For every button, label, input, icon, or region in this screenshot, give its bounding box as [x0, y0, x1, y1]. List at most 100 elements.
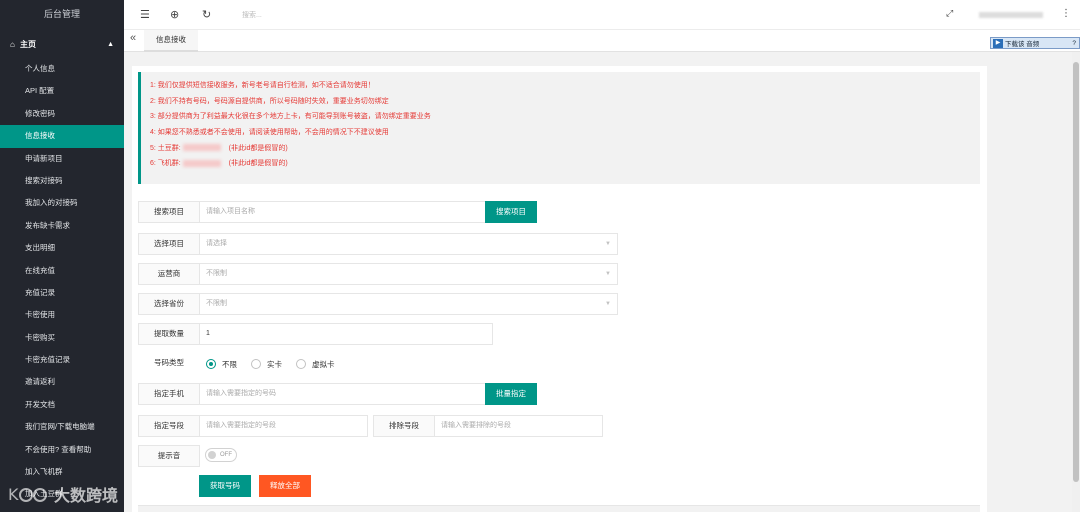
radio-label: 虚拟卡: [312, 359, 335, 369]
user-name-blurred[interactable]: [979, 12, 1043, 18]
project-select-value: 请选择: [206, 240, 227, 247]
row-province: 选择省份 不限制 ▼: [138, 293, 618, 315]
caret-up-icon: ▲: [107, 40, 114, 48]
scrollbar-thumb[interactable]: [1073, 62, 1079, 482]
radio-circle[interactable]: [251, 359, 261, 369]
row-number-type: 号码类型 不限 实卡 虚拟卡: [138, 353, 349, 375]
row-carrier: 运营商 不限制 ▼: [138, 263, 618, 285]
fullscreen-icon[interactable]: ⤢: [946, 8, 953, 19]
sidebar-item[interactable]: 我们官网/下载电脑端: [0, 416, 124, 438]
assign-segment-label: 指定号段: [138, 415, 200, 437]
row-exclude-segment: 排除号段 请输入需要排除的号段: [373, 415, 603, 437]
sidebar-item[interactable]: 开发文档: [0, 394, 124, 416]
sidebar-item[interactable]: 邀请返利: [0, 371, 124, 393]
menu-fold-icon[interactable]: ☰: [140, 8, 150, 21]
more-icon[interactable]: ⋮: [1061, 8, 1071, 19]
blurred-group-id: [182, 160, 221, 168]
quantity-label: 提取数量: [138, 323, 200, 345]
app-title: 后台管理: [43, 9, 80, 19]
results-table-header: [138, 505, 980, 512]
carrier-select[interactable]: 不限制 ▼: [200, 263, 618, 285]
play-icon[interactable]: ▶: [993, 38, 1003, 48]
province-select[interactable]: 不限制 ▼: [200, 293, 618, 315]
tab-bar: « 信息接收: [124, 30, 1080, 52]
province-select-value: 不限制: [206, 300, 227, 307]
sidebar-item[interactable]: 充值记录: [0, 282, 124, 304]
radio-virtual-card[interactable]: 虚拟卡: [296, 359, 335, 370]
sidebar-menu: 个人信息 API 配置 修改密码 信息接收 申请新项目 搜索对接码 我加入的对接码 发布缺卡需…: [0, 58, 124, 506]
row-assign-segment: 指定号段 请输入需要指定的号段: [138, 415, 368, 437]
tab-current[interactable]: 信息接收: [144, 30, 198, 52]
row-search-project: 搜索项目 请输入项目名称: [138, 201, 486, 223]
notice-box: 1: 我们仅提供短信接收服务，新号老号请自行检测，如不适合请勿使用！ 2: 我们…: [138, 72, 980, 184]
row-assign-phone: 指定手机 请输入需要指定的号码: [138, 383, 486, 405]
search-project-button[interactable]: 搜索项目: [485, 201, 537, 223]
radio-unlimited[interactable]: 不限: [206, 359, 237, 370]
province-label: 选择省份: [138, 293, 200, 315]
get-number-button[interactable]: 获取号码: [199, 475, 251, 497]
select-project-label: 选择项目: [138, 233, 200, 255]
sidebar-item[interactable]: 申请新项目: [0, 148, 124, 170]
project-select[interactable]: 请选择 ▼: [200, 233, 618, 255]
exclude-segment-label: 排除号段: [373, 415, 435, 437]
sidebar-item[interactable]: 卡密充值记录: [0, 349, 124, 371]
quantity-input[interactable]: 1: [200, 323, 493, 345]
chevron-down-icon: ▼: [605, 271, 611, 277]
sidebar-item[interactable]: 支出明细: [0, 237, 124, 259]
search-input[interactable]: 搜索...: [242, 10, 262, 20]
globe-icon[interactable]: ⊕: [170, 8, 179, 21]
assign-phone-input[interactable]: 请输入需要指定的号码: [200, 383, 486, 405]
number-type-radios: 不限 实卡 虚拟卡: [200, 359, 349, 370]
project-name-input[interactable]: 请输入项目名称: [200, 201, 486, 223]
notice-line: 4: 如果您不熟悉或者不会使用，请阅读使用帮助，不会用的情况下不建议使用: [150, 129, 389, 137]
radio-label: 实卡: [267, 359, 282, 369]
download-audio-toolbar[interactable]: ▶ 下载该 音频 ?: [990, 37, 1080, 49]
alert-sound-toggle[interactable]: OFF: [205, 448, 237, 462]
sidebar-item[interactable]: 加入飞机群: [0, 461, 124, 483]
number-type-label: 号码类型: [154, 358, 184, 367]
notice-line: 3: 部分提供商为了利益最大化很在多个地方上卡，有可能导到账号被盗，请勿绑定重要…: [150, 113, 431, 121]
notice-line: 1: 我们仅提供短信接收服务，新号老号请自行检测，如不适合请勿使用！: [150, 82, 375, 89]
carrier-label: 运营商: [138, 263, 200, 285]
row-select-project: 选择项目 请选择 ▼: [138, 233, 618, 255]
batch-assign-button[interactable]: 批量指定: [485, 383, 537, 405]
sidebar: 后台管理 ⌂ 主页 ▲ 个人信息 API 配置 修改密码 信息接收 申请新项目 搜索对接码…: [0, 0, 124, 512]
radio-circle[interactable]: [296, 359, 306, 369]
notice-note: (非此id都是假冒的): [228, 144, 288, 152]
help-icon[interactable]: ?: [1072, 40, 1076, 47]
sidebar-item[interactable]: 修改密码: [0, 103, 124, 125]
sidebar-item[interactable]: 卡密购买: [0, 327, 124, 349]
sidebar-item[interactable]: 不会使用? 查看帮助: [0, 439, 124, 461]
alert-sound-label: 提示音: [138, 445, 200, 467]
sidebar-home-label: 主页: [20, 39, 36, 49]
scrollbar[interactable]: [1072, 52, 1080, 512]
notice-line: 2: 我们不持有号码，号码源自提供商，所以号码随时失效，重要业务切勿绑定: [150, 97, 389, 105]
sidebar-item[interactable]: 卡密使用: [0, 304, 124, 326]
notice-line-potato: 5: 土豆群: (非此id都是假冒的): [150, 141, 980, 157]
assign-segment-input[interactable]: 请输入需要指定的号段: [200, 415, 368, 437]
notice-line-telegram: 6: 飞机群: (非此id都是假冒的): [150, 156, 980, 172]
notice-label: 6: 飞机群:: [150, 160, 181, 168]
radio-circle-checked[interactable]: [206, 359, 216, 369]
search-project-label: 搜索项目: [138, 201, 200, 223]
sidebar-item[interactable]: API 配置: [0, 80, 124, 102]
sidebar-home[interactable]: ⌂ 主页 ▲: [0, 30, 124, 58]
assign-phone-label: 指定手机: [138, 383, 200, 405]
radio-label: 不限: [222, 359, 237, 369]
notice-note: (非此id都是假冒的): [228, 160, 288, 168]
carrier-select-value: 不限制: [206, 270, 227, 277]
sidebar-item[interactable]: 发布缺卡需求: [0, 215, 124, 237]
sidebar-item[interactable]: 信息接收: [0, 125, 124, 148]
sidebar-item[interactable]: 我加入的对接码: [0, 192, 124, 214]
release-all-button[interactable]: 释放全部: [259, 475, 311, 497]
sidebar-item[interactable]: 在线充值: [0, 260, 124, 282]
sidebar-item[interactable]: 搜索对接码: [0, 170, 124, 192]
double-left-icon[interactable]: «: [130, 32, 136, 44]
exclude-segment-input[interactable]: 请输入需要排除的号段: [435, 415, 603, 437]
radio-real-card[interactable]: 实卡: [251, 359, 282, 370]
top-bar: ☰ ⊕ ↻ 搜索... ⤢ ⋮: [124, 0, 1080, 30]
sidebar-item[interactable]: 加入土豆群: [0, 483, 124, 505]
sidebar-item[interactable]: 个人信息: [0, 58, 124, 80]
download-audio-label[interactable]: 下载该 音频: [1005, 38, 1039, 48]
refresh-icon[interactable]: ↻: [202, 8, 211, 21]
